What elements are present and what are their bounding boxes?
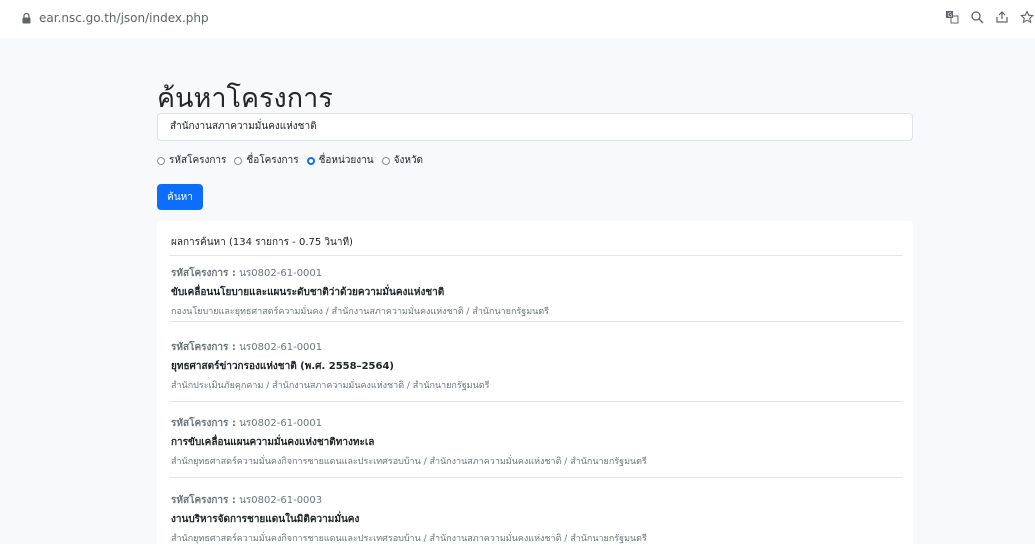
radio-circle-checked[interactable] [306,156,315,165]
result-code-label: รหัสโครงการ : [171,268,236,279]
radio-province[interactable]: จังหวัด [381,153,424,168]
result-agency-path: สำนักประเมินภัยคุกคาม / สำนักงานสภาความม… [171,381,490,391]
result-name[interactable]: ขับเคลื่อนนโยบายและแผนระดับชาติว่าด้วยคว… [171,285,901,300]
result-code-line: รหัสโครงการ : นร0802-61-0003 [171,493,901,508]
url-row[interactable]: ear.nsc.go.th/json/index.php [22,11,209,25]
radio-circle[interactable] [381,156,390,165]
divider [169,477,903,478]
result-code: นร0802-61-0001 [239,342,323,353]
radio-agency-name[interactable]: ชื่อหน่วยงาน [306,153,374,168]
browser-address-bar: ear.nsc.go.th/json/index.php G [0,0,1035,39]
radio-label: ชื่อโครงการ [246,155,299,166]
browser-toolbar: G [935,9,1035,25]
results-summary: ผลการค้นหา (134 รายการ - 0.75 วินาที) [171,237,353,248]
result-item[interactable]: รหัสโครงการ : นร0802-61-0001 ขับเคลื่อนน… [171,266,901,318]
radio-circle[interactable] [234,156,243,165]
zoom-icon[interactable] [969,9,985,25]
translate-icon[interactable]: G [944,9,960,25]
radio-project-code[interactable]: รหัสโครงการ [157,153,226,168]
result-code-line: รหัสโครงการ : นร0802-61-0001 [171,416,901,431]
result-code: นร0802-61-0003 [239,495,323,506]
radio-label: จังหวัด [393,155,424,166]
results-card: ผลการค้นหา (134 รายการ - 0.75 วินาที) รห… [157,221,913,551]
result-code-label: รหัสโครงการ : [171,495,236,506]
radio-label: รหัสโครงการ [169,155,227,166]
result-item[interactable]: รหัสโครงการ : นร0802-61-0001 การขับเคลื่… [171,416,901,468]
result-item[interactable]: รหัสโครงการ : นร0802-61-0001 ยุทธศาสตร์ข… [171,340,901,392]
lock-icon[interactable] [22,12,31,24]
result-code-line: รหัสโครงการ : นร0802-61-0001 [171,340,901,355]
search-input[interactable]: สำนักงานสภาความมั่นคงแห่งชาติ [157,113,913,141]
result-name[interactable]: การขับเคลื่อนแผนความมั่นคงแห่งชาติทางทะเ… [171,435,901,450]
page-content: ค้นหาโครงการ สำนักงานสภาความมั่นคงแห่งชา… [0,38,1035,551]
divider [169,321,903,322]
divider [169,255,903,256]
url-text[interactable]: ear.nsc.go.th/json/index.php [39,11,209,25]
result-code-label: รหัสโครงการ : [171,342,236,353]
result-name[interactable]: ยุทธศาสตร์ข่าวกรองแห่งชาติ (พ.ศ. 2558–25… [171,359,901,374]
divider [169,401,903,402]
radio-circle[interactable] [157,156,165,165]
search-button[interactable]: ค้นหา [157,184,203,210]
result-item[interactable]: รหัสโครงการ : นร0802-61-0003 งานบริหารจั… [171,493,901,545]
search-type-options: รหัสโครงการ ชื่อโครงการ ชื่อหน่วยงาน จัง… [157,153,431,168]
radio-project-name[interactable]: ชื่อโครงการ [234,153,299,168]
svg-text:G: G [948,12,953,19]
result-name[interactable]: งานบริหารจัดการชายแดนในมิติความมั่นคง [171,512,901,527]
result-code-line: รหัสโครงการ : นร0802-61-0001 [171,266,901,281]
result-code-label: รหัสโครงการ : [171,418,236,429]
result-agency-path: สำนักยุทธศาสตร์ความมั่นคงกิจการชายแดนและ… [171,457,647,467]
result-agency-path: กองนโยบายและยุทธศาสตร์ความมั่นคง / สำนัก… [171,307,549,317]
star-icon[interactable] [1019,9,1035,25]
result-agency-path: สำนักยุทธศาสตร์ความมั่นคงกิจการชายแดนและ… [171,534,647,544]
result-code: นร0802-61-0001 [239,418,323,429]
result-code: นร0802-61-0001 [239,268,323,279]
radio-label: ชื่อหน่วยงาน [318,155,374,166]
share-icon[interactable] [994,9,1010,25]
